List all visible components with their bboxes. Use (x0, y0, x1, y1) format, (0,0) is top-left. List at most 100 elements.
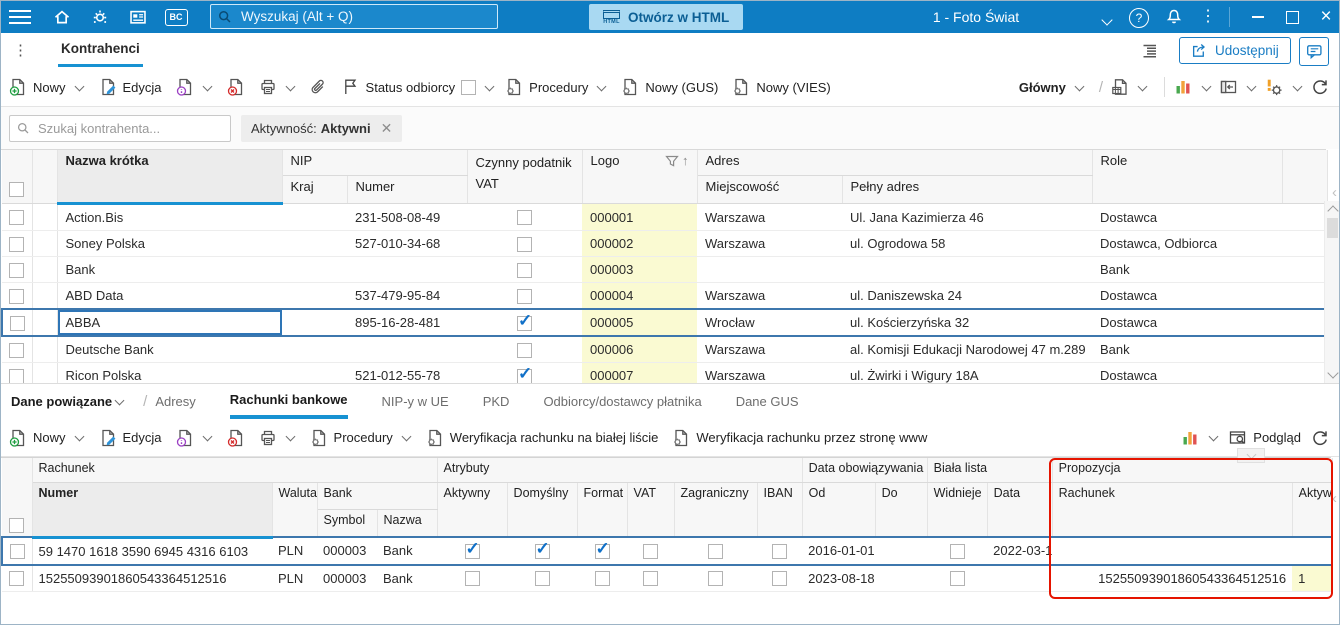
cell-nazwa[interactable]: Bank (377, 536, 438, 566)
cell-vat[interactable] (467, 203, 583, 231)
column-header-symbol[interactable]: Symbol (317, 509, 378, 538)
cell-symbol[interactable]: 000003 (317, 564, 377, 592)
account-procedures-button[interactable]: Procedury (310, 429, 412, 447)
cell-waluta[interactable]: PLN (272, 536, 317, 566)
column-header-nazwa-krotka[interactable]: Nazwa krótka (57, 150, 283, 205)
more-options-icon[interactable]: ⋮ (1200, 6, 1216, 28)
vat-checkbox[interactable] (517, 262, 533, 278)
row-checkbox[interactable] (9, 571, 25, 587)
analysis-button[interactable] (1175, 78, 1212, 96)
cell-adres[interactable]: Ul. Jana Kazimierza 46 (842, 203, 1093, 231)
share-button[interactable]: Udostępnij (1179, 37, 1291, 64)
edit-account-button[interactable]: Edycja (99, 429, 162, 447)
domyslny-checkbox[interactable] (534, 571, 550, 587)
company-chevron-down-icon[interactable] (1099, 13, 1113, 31)
cell-role[interactable]: Bank (1092, 256, 1283, 283)
cell-logo[interactable]: 000005 (582, 308, 698, 337)
news-icon[interactable] (119, 1, 157, 33)
cell-role[interactable]: Dostawca (1092, 282, 1283, 310)
cell-role[interactable]: Dostawca (1092, 308, 1283, 337)
cell-nip[interactable] (347, 256, 468, 283)
column-header-do[interactable]: Do (875, 482, 928, 538)
edit-button[interactable]: Edycja (99, 78, 162, 96)
cell-data[interactable] (987, 564, 1053, 592)
cell-logo[interactable]: 000003 (582, 256, 698, 283)
cell-nazwa[interactable]: Bank (57, 256, 282, 283)
attachments-button[interactable] (310, 78, 328, 96)
open-in-html-button[interactable]: HTML Otwórz w HTML (589, 4, 744, 30)
www-verify-button[interactable]: Weryfikacja rachunku przez stronę www (672, 429, 927, 447)
cell-nip[interactable] (347, 336, 468, 363)
account-row[interactable]: 15255093901860543364512516 PLN 000003 Ba… (2, 564, 1333, 592)
scrollbar-thumb[interactable] (1327, 218, 1338, 238)
cell-vat[interactable] (467, 336, 583, 363)
chevron-down-icon[interactable] (74, 431, 84, 442)
widnieje-checkbox[interactable] (949, 543, 965, 559)
cell-zagraniczny[interactable] (674, 564, 758, 592)
vat-checkbox[interactable] (517, 210, 533, 226)
column-header-kraj[interactable]: Kraj (282, 175, 348, 204)
cell-vat[interactable] (467, 308, 583, 337)
cell-nazwa[interactable]: ABD Data (57, 282, 282, 310)
cell-vat[interactable] (627, 564, 675, 592)
settings-warning-button[interactable] (1265, 78, 1303, 97)
column-header-vat[interactable]: VAT (627, 482, 675, 538)
cell-vat[interactable] (467, 282, 583, 310)
cell-adres[interactable] (842, 256, 1093, 283)
column-group-data-obowiazywania[interactable]: Data obowiązywania (802, 458, 928, 483)
whitelist-verify-button[interactable]: Weryfikacja rachunku na białej liście (426, 429, 658, 447)
chevron-down-icon[interactable] (401, 431, 412, 442)
home-icon[interactable] (43, 1, 81, 33)
side-panel-button[interactable] (1220, 78, 1257, 96)
chevron-down-icon[interactable] (285, 431, 295, 442)
global-search-input[interactable] (239, 8, 473, 25)
contractor-search[interactable] (9, 114, 231, 142)
cell-iban[interactable] (757, 564, 803, 592)
cell-do[interactable] (875, 564, 928, 592)
cell-logo[interactable]: 000004 (582, 282, 698, 310)
cell-iban[interactable] (757, 536, 803, 566)
cell-logo[interactable]: 000001 (582, 203, 698, 231)
column-group-adres[interactable]: Adres (697, 150, 1093, 176)
notifications-bell-icon[interactable] (1165, 8, 1183, 26)
hamburger-menu-icon[interactable] (1, 1, 39, 33)
cell-miejscowosc[interactable]: Warszawa (697, 282, 843, 310)
chevron-down-icon[interactable] (596, 81, 607, 91)
cell-nip[interactable]: 895-16-28-481 (347, 308, 468, 337)
delete-button[interactable] (227, 78, 245, 96)
row-checkbox[interactable] (9, 262, 25, 278)
tab-adresy[interactable]: Adresy (155, 384, 195, 419)
delete-account-button[interactable] (227, 429, 245, 447)
cell-prop-rachunek[interactable]: 15255093901860543364512516 (1052, 564, 1293, 592)
cell-symbol[interactable]: 000003 (317, 536, 377, 566)
print-button[interactable] (259, 78, 296, 96)
column-header-data[interactable]: Data (987, 482, 1053, 538)
cell-miejscowosc[interactable]: Wrocław (697, 308, 843, 337)
cell-miejscowosc[interactable]: Warszawa (697, 336, 843, 363)
select-all-accounts-cell[interactable] (2, 458, 33, 538)
sort-arrow-icon[interactable]: ↑ (682, 153, 689, 168)
cell-nazwa[interactable]: Bank (377, 564, 438, 592)
tab-nipy-w-ue[interactable]: NIP-y w UE (382, 384, 449, 419)
tab-kontrahenci[interactable]: Kontrahenci (58, 33, 143, 67)
column-group-rachunek[interactable]: Rachunek (32, 458, 438, 483)
cell-miejscowosc[interactable]: Warszawa (697, 203, 843, 231)
cell-prop-rachunek[interactable] (1052, 536, 1293, 566)
select-all-checkbox[interactable] (9, 518, 25, 533)
cell-adres[interactable]: ul. Kościerzyńska 32 (842, 308, 1093, 337)
column-group-atrybuty[interactable]: Atrybuty (437, 458, 803, 483)
column-group-bank[interactable]: Bank (317, 482, 438, 510)
select-all-checkbox-cell[interactable] (2, 150, 33, 204)
document-info-button[interactable] (176, 78, 213, 96)
collapse-handle-icon[interactable]: ‹ (1332, 184, 1337, 201)
print-account-button[interactable] (259, 429, 296, 447)
account-analysis-button[interactable] (1182, 429, 1219, 447)
cell-role[interactable]: Dostawca (1092, 203, 1283, 231)
tab-pkd[interactable]: PKD (483, 384, 510, 419)
chevron-down-icon[interactable] (1137, 81, 1148, 91)
scroll-down-icon[interactable] (1327, 367, 1339, 379)
remove-filter-icon[interactable]: ✕ (381, 120, 393, 137)
cell-role[interactable]: Dostawca, Odbiorca (1092, 230, 1283, 257)
cell-nazwa[interactable]: Soney Polska (57, 230, 282, 257)
new-gus-button[interactable]: Nowy (GUS) (621, 78, 718, 96)
